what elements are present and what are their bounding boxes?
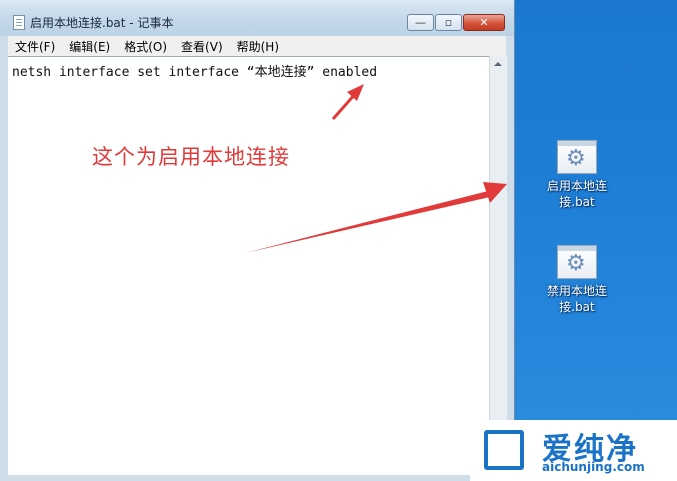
desktop-icon-label: 启用本地连 接.bat bbox=[546, 179, 607, 209]
scroll-up-arrow-icon[interactable] bbox=[494, 62, 502, 66]
menu-edit[interactable]: 编辑(E) bbox=[62, 38, 117, 55]
window-title: 启用本地连接.bat - 记事本 bbox=[30, 16, 174, 30]
brand-logo-icon bbox=[484, 430, 524, 470]
maximize-button[interactable]: ▫ bbox=[435, 14, 462, 31]
annotation-label: 这个为启用本地连接 bbox=[92, 145, 290, 169]
menu-file[interactable]: 文件(F) bbox=[8, 38, 62, 55]
minimize-button[interactable]: — bbox=[407, 14, 434, 31]
notepad-app-icon[interactable] bbox=[13, 15, 25, 30]
caption-buttons: — ▫ ✕ bbox=[407, 14, 506, 32]
batch-file-icon: ⚙ bbox=[557, 245, 597, 279]
menu-bar: 文件(F) 编辑(E) 格式(O) 查看(V) 帮助(H) bbox=[8, 36, 506, 57]
title-bar[interactable]: 启用本地连接.bat - 记事本 — ▫ ✕ bbox=[0, 0, 514, 36]
menu-help[interactable]: 帮助(H) bbox=[230, 38, 286, 55]
watermark-url: aichunjing.com bbox=[542, 460, 645, 474]
watermark: 爱纯净 aichunjing.com bbox=[470, 420, 677, 481]
close-button[interactable]: ✕ bbox=[463, 14, 505, 31]
desktop-icon-enable-bat[interactable]: ⚙ 启用本地连 接.bat bbox=[537, 140, 617, 210]
notepad-window: 启用本地连接.bat - 记事本 — ▫ ✕ 文件(F) 编辑(E) 格式(O)… bbox=[0, 0, 515, 481]
desktop-icon-label: 禁用本地连 接.bat bbox=[546, 284, 607, 314]
vertical-scrollbar[interactable] bbox=[489, 56, 507, 474]
menu-format[interactable]: 格式(O) bbox=[117, 38, 174, 55]
desktop-icon-disable-bat[interactable]: ⚙ 禁用本地连 接.bat bbox=[537, 245, 617, 315]
editor-content[interactable]: netsh interface set interface “本地连接” ena… bbox=[12, 61, 377, 80]
menu-view[interactable]: 查看(V) bbox=[174, 38, 230, 55]
batch-file-icon: ⚙ bbox=[557, 140, 597, 174]
text-editor-area[interactable]: netsh interface set interface “本地连接” ena… bbox=[8, 56, 489, 475]
